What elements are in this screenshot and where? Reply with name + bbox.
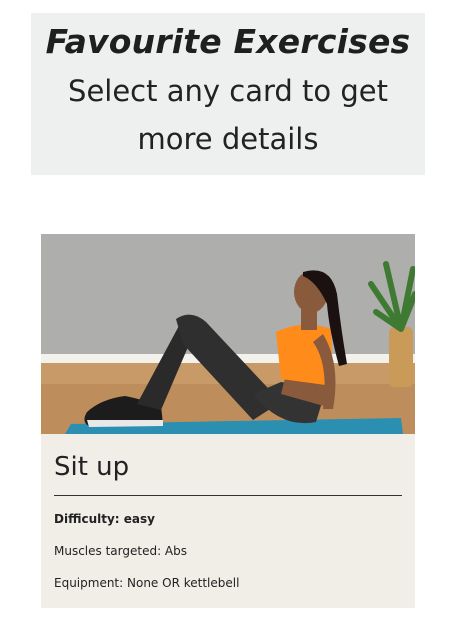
exercise-photo (41, 234, 415, 434)
card-divider (54, 495, 402, 496)
page-header: Favourite Exercises Select any card to g… (31, 13, 425, 175)
page-subtitle: Select any card to get more details (31, 67, 425, 163)
card-title: Sit up (54, 452, 130, 482)
page-subtitle-line-1: Select any card to get (68, 74, 388, 108)
page-title: Favourite Exercises (45, 22, 411, 61)
exercise-card-sit-up[interactable]: Sit up Difficulty: easy Muscles targeted… (41, 234, 415, 608)
card-muscles: Muscles targeted: Abs (54, 544, 188, 558)
card-difficulty: Difficulty: easy (54, 512, 155, 526)
card-equipment: Equipment: None OR kettlebell (54, 576, 240, 590)
page-subtitle-line-2: more details (137, 122, 319, 156)
